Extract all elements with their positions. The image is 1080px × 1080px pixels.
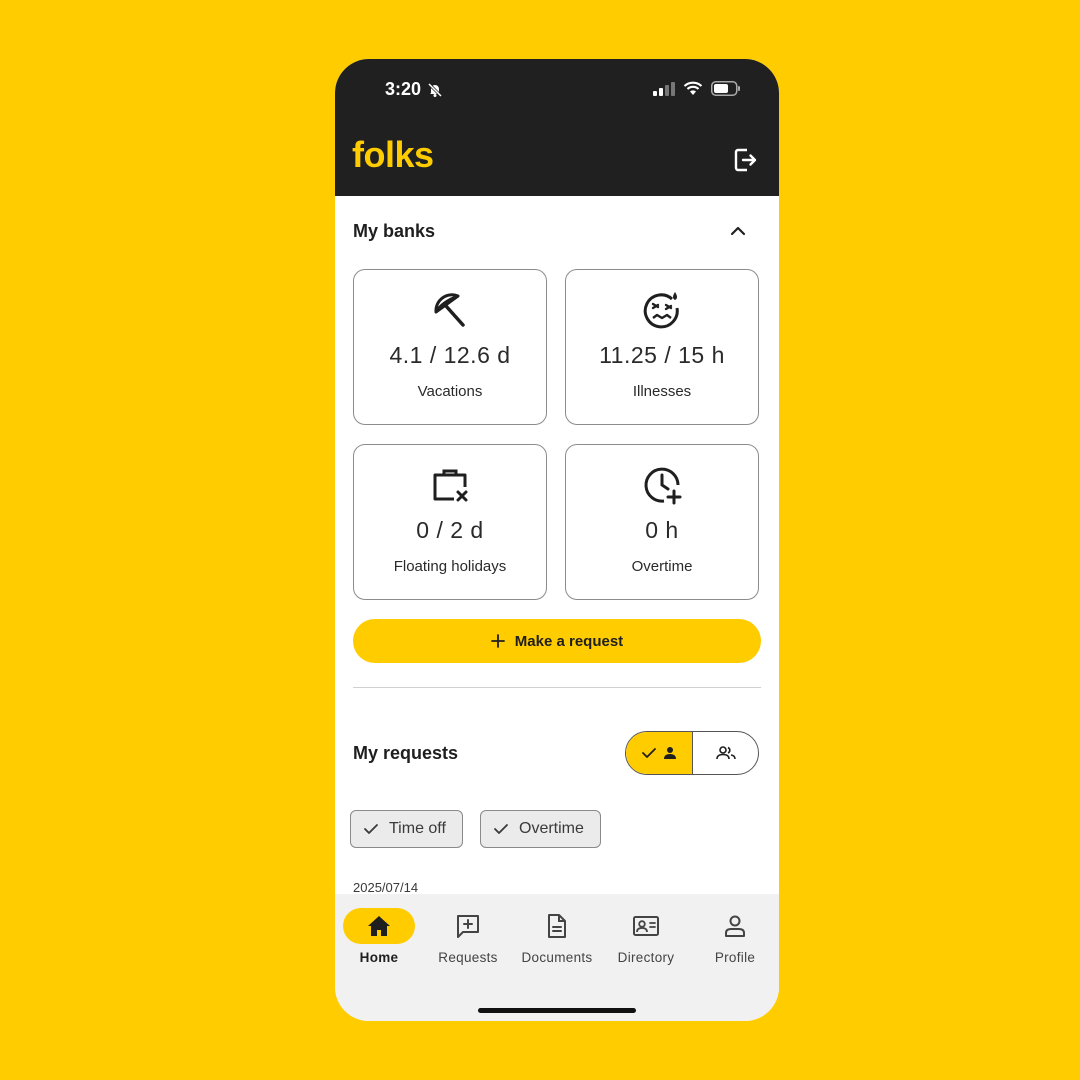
nav-pill — [432, 908, 504, 944]
make-request-label: Make a request — [514, 632, 624, 650]
bank-card-floating-holidays[interactable]: 0 / 2 d Floating holidays — [353, 444, 547, 600]
filter-chip-label: Time off — [389, 820, 446, 837]
filter-chip-label: Overtime — [519, 820, 584, 837]
bank-card-overtime[interactable]: 0 h Overtime — [565, 444, 759, 600]
nav-label: Directory — [617, 950, 675, 965]
signal-icon — [653, 81, 675, 96]
clock-plus-icon — [644, 467, 682, 505]
requests-icon — [457, 915, 479, 938]
bottom-navigation: Home Requests Documents Directory Profil… — [335, 894, 779, 1021]
bank-card-vacations[interactable]: 4.1 / 12.6 d Vacations — [353, 269, 547, 425]
plus-icon — [490, 634, 505, 648]
status-time: 3:20 — [385, 79, 443, 100]
requests-title: My requests — [353, 743, 459, 763]
request-date-header: 2025/07/14 — [353, 880, 419, 895]
nav-item-requests[interactable]: Requests — [424, 908, 512, 965]
nav-label: Profile — [714, 950, 756, 965]
chevron-up-icon[interactable] — [729, 222, 747, 240]
nav-pill — [521, 908, 593, 944]
scope-team-option[interactable] — [693, 732, 758, 774]
filter-chip-time-off[interactable]: Time off — [350, 810, 463, 848]
logout-icon[interactable] — [733, 147, 759, 173]
battery-icon — [711, 81, 740, 96]
nav-pill — [343, 908, 415, 944]
document-icon — [548, 914, 566, 938]
bank-value: 0 h — [645, 517, 679, 543]
phone-screen: 3:20 folks My banks 4.1 / 12.6 d Vacatio… — [335, 59, 779, 1021]
check-icon — [494, 824, 508, 834]
nav-item-profile[interactable]: Profile — [691, 908, 779, 965]
filter-chip-overtime[interactable]: Overtime — [480, 810, 601, 848]
bell-muted-icon — [427, 82, 443, 97]
requests-scope-toggle — [625, 731, 759, 775]
bank-value: 0 / 2 d — [416, 517, 484, 543]
wifi-icon — [683, 81, 703, 95]
make-request-button[interactable]: Make a request — [353, 619, 761, 663]
app-header: 3:20 folks — [335, 59, 779, 196]
check-icon — [364, 824, 378, 834]
nav-item-home[interactable]: Home — [335, 908, 423, 965]
nav-label: Documents — [521, 950, 593, 965]
bank-label: Overtime — [631, 558, 693, 575]
nav-label: Home — [359, 950, 399, 965]
brand-logo: folks — [352, 134, 434, 175]
home-indicator[interactable] — [478, 1008, 636, 1013]
banks-title: My banks — [353, 221, 436, 241]
status-indicators — [653, 81, 741, 96]
bank-value: 4.1 / 12.6 d — [389, 342, 511, 368]
home-icon — [368, 916, 390, 936]
nav-pill — [610, 908, 682, 944]
bank-label: Illnesses — [632, 383, 692, 400]
directory-icon — [633, 916, 659, 936]
nav-pill — [699, 908, 771, 944]
bank-card-illnesses[interactable]: 11.25 / 15 h Illnesses — [565, 269, 759, 425]
status-time-text: 3:20 — [385, 79, 422, 99]
bank-label: Vacations — [417, 383, 483, 400]
check-icon — [642, 748, 656, 758]
people-icon — [715, 746, 736, 760]
bank-label: Floating holidays — [393, 558, 507, 575]
bank-value: 11.25 / 15 h — [599, 342, 725, 368]
scope-mine-option[interactable] — [626, 732, 693, 774]
nav-item-documents[interactable]: Documents — [513, 908, 601, 965]
briefcase-x-icon — [433, 469, 468, 502]
person-icon — [664, 747, 676, 759]
section-divider — [353, 687, 761, 688]
beach-umbrella-icon — [434, 293, 465, 327]
sick-face-icon — [643, 292, 679, 329]
profile-icon — [725, 915, 745, 937]
nav-item-directory[interactable]: Directory — [602, 908, 690, 965]
nav-label: Requests — [438, 950, 498, 965]
